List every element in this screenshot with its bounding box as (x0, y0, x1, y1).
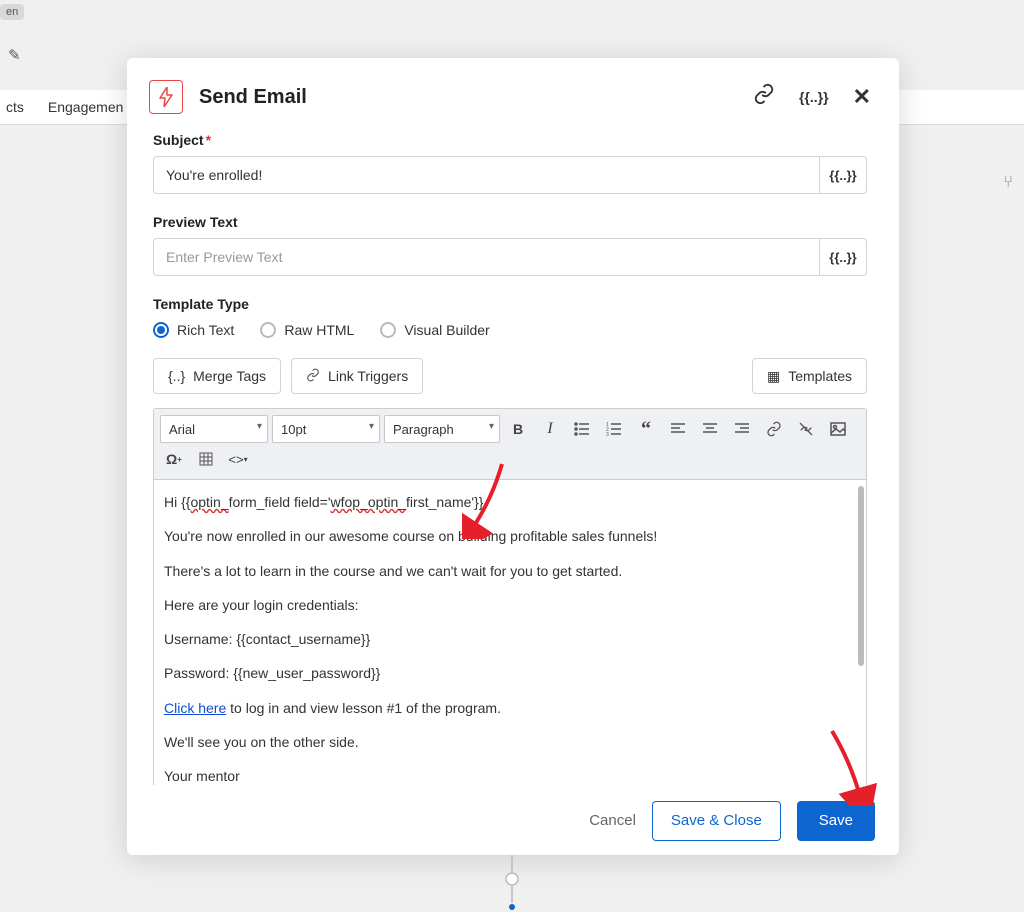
rich-text-editor: Arial 10pt Paragraph B I 123 “ (153, 408, 867, 785)
bg-nav-item-1[interactable]: cts (0, 99, 42, 115)
merge-icon: {..} (168, 368, 185, 384)
bold-button[interactable]: B (504, 415, 532, 443)
insert-image-button[interactable] (824, 415, 852, 443)
modal-title: Send Email (199, 86, 307, 109)
align-center-button[interactable] (696, 415, 724, 443)
radio-rich-text[interactable]: Rich Text (153, 322, 234, 338)
insert-link-button[interactable] (760, 415, 788, 443)
template-type-label: Template Type (153, 296, 867, 312)
preview-text-input[interactable] (153, 238, 819, 276)
font-family-select[interactable]: Arial (160, 415, 268, 443)
svg-text:3: 3 (606, 432, 609, 437)
paragraph-format-select[interactable]: Paragraph (384, 415, 500, 443)
pencil-icon[interactable]: ✎ (8, 46, 21, 64)
modal-header: Send Email {{..}} ✕ (127, 58, 899, 132)
editor-content[interactable]: Hi {{optin_form_field field='wfop_optin_… (154, 480, 866, 785)
align-left-button[interactable] (664, 415, 692, 443)
merge-tags-button[interactable]: {..} Merge Tags (153, 358, 281, 394)
lightning-icon (149, 80, 183, 114)
source-code-button[interactable]: <>▾ (224, 445, 252, 473)
font-size-select[interactable]: 10pt (272, 415, 380, 443)
save-and-close-button[interactable]: Save & Close (652, 801, 781, 841)
table-button[interactable] (192, 445, 220, 473)
cancel-button[interactable]: Cancel (589, 812, 636, 829)
grid-icon: ▦ (767, 368, 780, 385)
radio-visual-builder[interactable]: Visual Builder (380, 322, 489, 338)
italic-button[interactable]: I (536, 415, 564, 443)
bullet-list-button[interactable] (568, 415, 596, 443)
subject-label: Subject* (153, 132, 867, 148)
subject-merge-button[interactable]: {{..}} (819, 156, 867, 194)
templates-button[interactable]: ▦ Templates (752, 358, 867, 394)
modal-body: Subject* {{..}} Preview Text {{..}} Temp… (127, 132, 899, 785)
flow-connector (498, 855, 526, 910)
merge-tag-icon[interactable]: {{..}} (799, 89, 829, 105)
link-triggers-button[interactable]: Link Triggers (291, 358, 423, 394)
blockquote-button[interactable]: “ (632, 415, 660, 443)
radio-dot-icon (153, 322, 169, 338)
preview-merge-button[interactable]: {{..}} (819, 238, 867, 276)
align-right-button[interactable] (728, 415, 756, 443)
subject-input[interactable] (153, 156, 819, 194)
link-icon (306, 368, 320, 385)
modal-footer: Cancel Save & Close Save (127, 785, 899, 855)
numbered-list-button[interactable]: 123 (600, 415, 628, 443)
radio-dot-icon (260, 322, 276, 338)
split-icon[interactable]: ⑂ (1003, 174, 1013, 192)
close-icon[interactable]: ✕ (853, 84, 871, 110)
editor-scrollbar[interactable] (858, 486, 864, 666)
preview-label: Preview Text (153, 214, 867, 230)
send-email-modal: Send Email {{..}} ✕ Subject* {{..}} Prev… (127, 58, 899, 855)
bg-tag: en (0, 4, 24, 20)
click-here-link[interactable]: Click here (164, 700, 226, 716)
radio-dot-icon (380, 322, 396, 338)
template-type-radios: Rich Text Raw HTML Visual Builder (153, 322, 867, 338)
special-char-button[interactable]: Ω+ (160, 445, 188, 473)
link-icon[interactable] (753, 83, 775, 111)
save-button[interactable]: Save (797, 801, 875, 841)
radio-raw-html[interactable]: Raw HTML (260, 322, 354, 338)
editor-toolbar: Arial 10pt Paragraph B I 123 “ (154, 409, 866, 480)
unlink-button[interactable] (792, 415, 820, 443)
